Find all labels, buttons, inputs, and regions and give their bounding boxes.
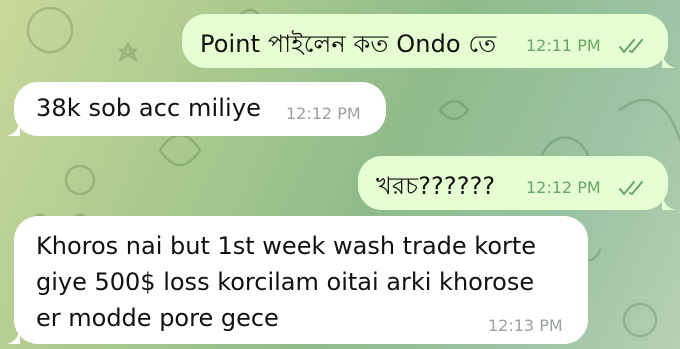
message-bubble-outgoing[interactable]: খরচ?????? 12:12 PM [358,156,676,210]
message-text: খরচ?????? [376,172,496,200]
message-time: 12:11 PM [526,36,601,55]
message-time: 12:12 PM [526,178,601,197]
bubble-tail [662,194,676,210]
bubble-tail [662,52,676,68]
message-text: Khoros nai but 1st week wash trade korte… [36,228,536,336]
message-bubble-incoming[interactable]: Khoros nai but 1st week wash trade korte… [6,216,588,344]
message-text: Point পাইলেন কত Ondo তে [200,30,497,58]
double-check-icon [619,39,643,53]
bubble-tail [6,120,20,136]
bubble-tail [6,328,20,344]
message-line: giye 500$ loss korcilam oitai arki khoro… [36,268,535,296]
message-time: 12:13 PM [488,316,563,335]
message-line: Khoros nai but 1st week wash trade korte [36,232,537,260]
message-bubble-incoming[interactable]: 38k sob acc miliye 12:12 PM [6,82,386,136]
double-check-icon [619,181,643,195]
message-bubble-outgoing[interactable]: Point পাইলেন কত Ondo তে 12:11 PM [182,14,676,68]
message-text: 38k sob acc miliye [36,94,261,122]
message-line: er modde pore gece [36,304,279,332]
chat-background: Point পাইলেন কত Ondo তে 12:11 PM 38k sob… [0,0,680,349]
message-time: 12:12 PM [286,104,361,123]
